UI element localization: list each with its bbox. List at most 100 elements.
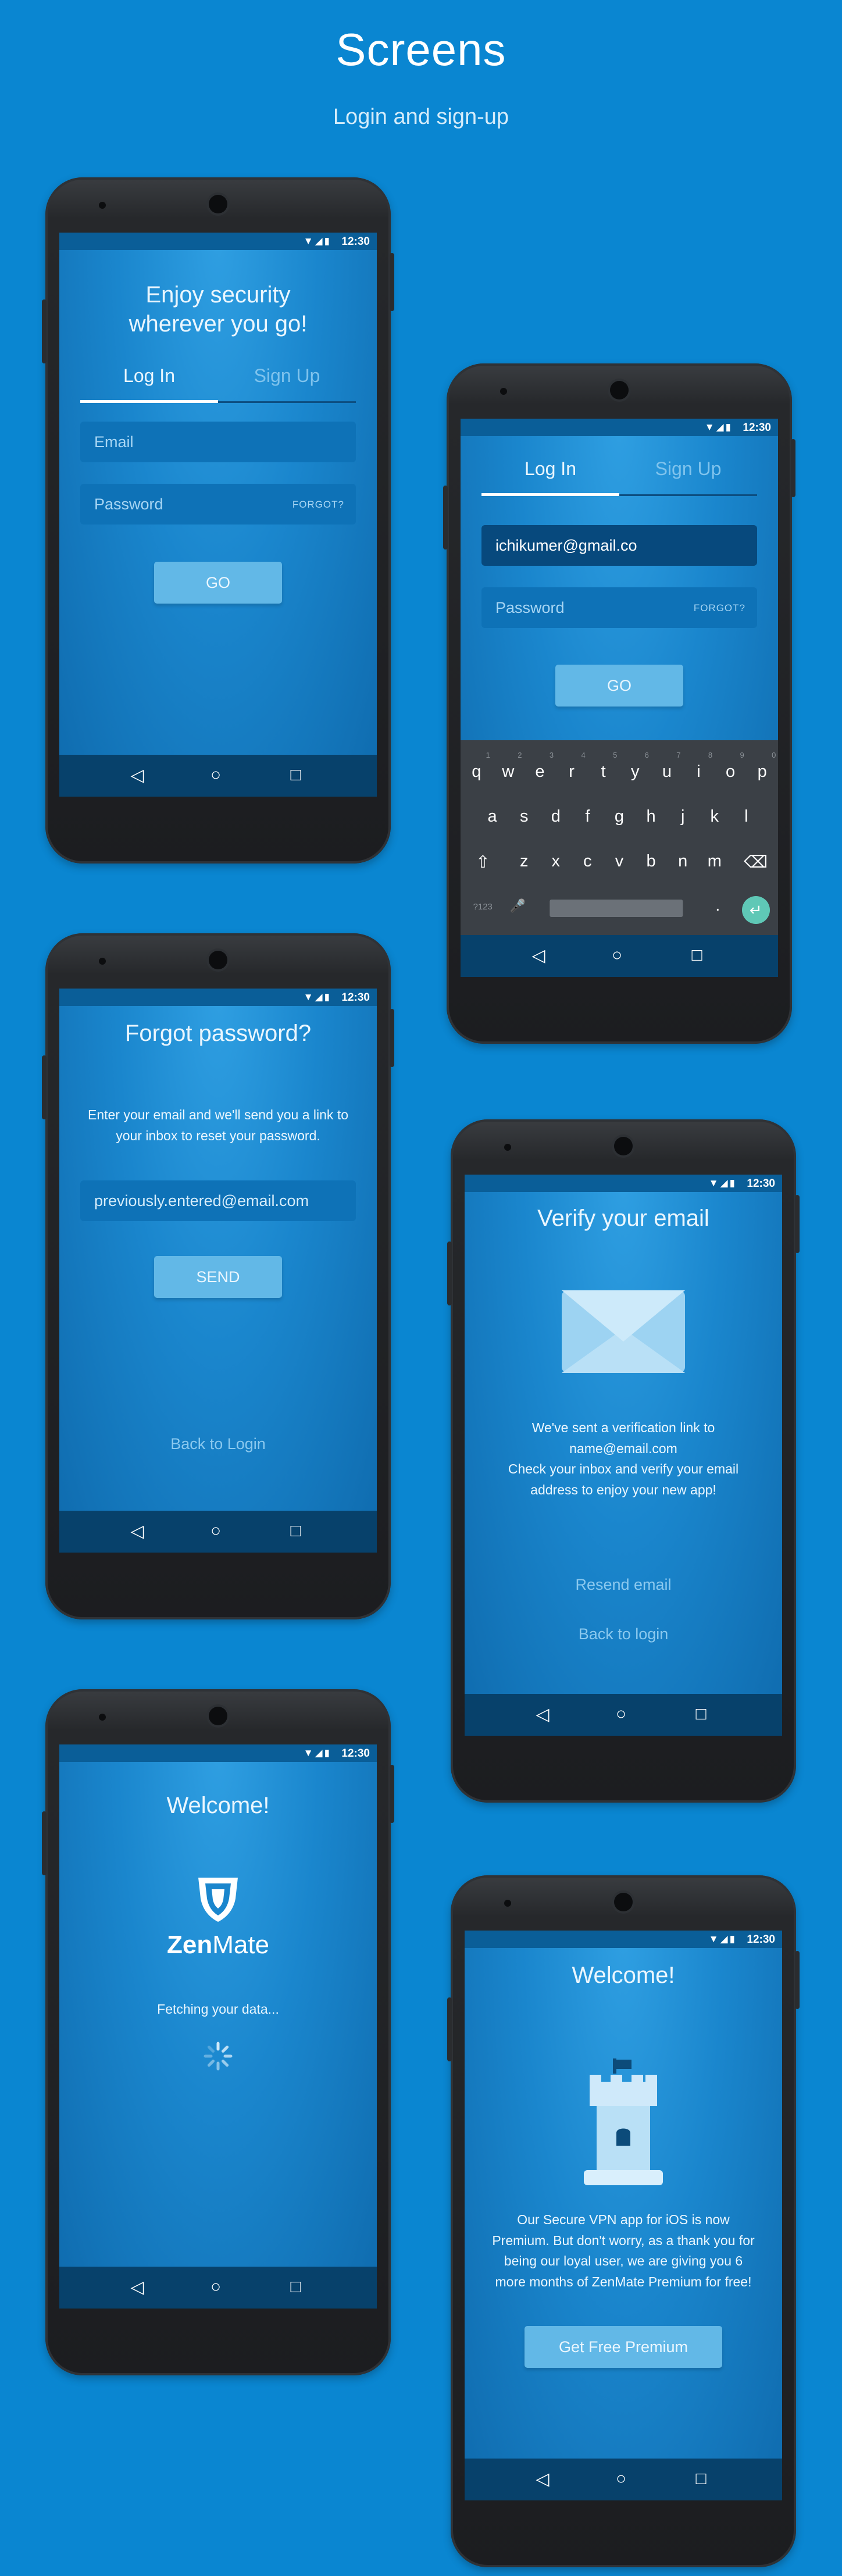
home-icon[interactable]: ○ — [616, 2469, 626, 2489]
numbers-key[interactable]: ?123 — [473, 902, 493, 912]
instructions-line-1: Enter your email and we'll send you a li… — [87, 1107, 349, 1122]
space-bar[interactable] — [549, 900, 683, 917]
camera — [614, 1893, 633, 1911]
shield-logo-icon — [198, 1878, 238, 1922]
tower-icon — [584, 2058, 663, 2185]
home-icon[interactable]: ○ — [211, 1521, 221, 1541]
send-button[interactable]: SEND — [154, 1256, 282, 1298]
home-icon[interactable]: ○ — [211, 2277, 221, 2297]
key-k[interactable]: k — [711, 807, 719, 826]
get-free-premium-button[interactable]: Get Free Premium — [525, 2326, 722, 2368]
password-field[interactable]: Password FORGOT? — [80, 484, 356, 525]
email-field[interactable]: Email — [80, 422, 356, 462]
recents-icon[interactable]: □ — [696, 1704, 707, 1724]
key-hint-9: 9 — [740, 751, 744, 759]
nav-bar: ◁ ○ □ — [465, 2459, 782, 2500]
forgot-link[interactable]: FORGOT? — [292, 499, 344, 511]
key-period[interactable]: . — [715, 896, 720, 915]
back-to-login-link[interactable]: Back to Login — [59, 1435, 377, 1453]
welcome-premium-screen: ▼◢▮ 12:30 Welcome! Our Secure VPN app fo… — [465, 1931, 782, 2500]
tab-signup[interactable]: Sign Up — [218, 365, 356, 387]
status-bar: ▼◢▮ 12:30 — [59, 989, 377, 1006]
mic-icon[interactable]: 🎤 — [510, 898, 526, 914]
back-icon[interactable]: ◁ — [536, 2469, 550, 2489]
key-i[interactable]: i — [697, 762, 700, 782]
key-j[interactable]: j — [681, 807, 684, 826]
recents-icon[interactable]: □ — [291, 1521, 301, 1541]
volume-button — [42, 1811, 47, 1875]
back-to-login-link[interactable]: Back to login — [465, 1625, 782, 1643]
key-t[interactable]: t — [601, 762, 606, 782]
key-r[interactable]: r — [569, 762, 575, 782]
key-v[interactable]: v — [615, 852, 624, 871]
key-s[interactable]: s — [520, 807, 529, 826]
key-z[interactable]: z — [520, 852, 529, 871]
key-n[interactable]: n — [678, 852, 687, 871]
auth-tabs: Log In Sign Up — [481, 458, 757, 496]
status-icons: ▼◢▮ — [303, 991, 331, 1002]
key-u[interactable]: u — [662, 762, 672, 782]
email-placeholder: Email — [94, 433, 134, 451]
welcome-title: Welcome! — [166, 1793, 270, 1818]
key-a[interactable]: a — [488, 807, 497, 826]
back-icon[interactable]: ◁ — [131, 765, 144, 786]
enter-icon[interactable]: ↵ — [741, 896, 770, 924]
tab-login[interactable]: Log In — [80, 365, 218, 387]
go-button[interactable]: GO — [154, 562, 282, 604]
home-icon[interactable]: ○ — [612, 946, 622, 965]
status-icons: ▼◢▮ — [708, 1178, 737, 1189]
recents-icon[interactable]: □ — [291, 765, 301, 785]
brand-wordmark: ZenMate — [59, 1931, 377, 1960]
backspace-icon[interactable]: ⌫ — [744, 852, 768, 872]
key-h[interactable]: h — [647, 807, 656, 826]
reset-email-value: previously.entered@email.com — [94, 1192, 309, 1209]
tab-signup[interactable]: Sign Up — [619, 458, 757, 480]
key-p[interactable]: p — [758, 762, 767, 782]
recents-icon[interactable]: □ — [696, 2469, 707, 2489]
shift-icon[interactable]: ⇧ — [476, 852, 490, 872]
recents-icon[interactable]: □ — [692, 946, 702, 965]
login-typing-screen: ▼◢▮ 12:30 Log In Sign Up ichikumer@gmail… — [461, 419, 778, 977]
key-b[interactable]: b — [647, 852, 656, 871]
email-value: ichikumer@gmail.co — [495, 537, 637, 554]
status-icons: ▼◢▮ — [303, 1747, 331, 1758]
key-q[interactable]: q — [472, 762, 481, 782]
status-time: 12:30 — [341, 991, 370, 1004]
key-l[interactable]: l — [744, 807, 748, 826]
back-icon[interactable]: ◁ — [131, 2277, 144, 2297]
key-y[interactable]: y — [631, 762, 640, 782]
resend-email-link[interactable]: Resend email — [465, 1576, 782, 1594]
password-field[interactable]: Password FORGOT? — [481, 587, 757, 628]
recents-icon[interactable]: □ — [291, 2277, 301, 2297]
key-hint-5: 5 — [613, 751, 618, 759]
email-field[interactable]: ichikumer@gmail.co — [481, 525, 757, 566]
key-d[interactable]: d — [551, 807, 561, 826]
go-button[interactable]: GO — [555, 665, 683, 707]
key-e[interactable]: e — [535, 762, 544, 782]
back-icon[interactable]: ◁ — [131, 1521, 144, 1542]
key-m[interactable]: m — [708, 852, 722, 871]
key-hint-8: 8 — [708, 751, 713, 759]
sensor — [504, 1144, 511, 1151]
welcome-title: Welcome! — [572, 1963, 675, 1988]
key-c[interactable]: c — [583, 852, 592, 871]
volume-button — [447, 1997, 452, 2061]
key-hint-0: 0 — [772, 751, 776, 759]
keyboard-row-1: q w e r t y u i o p — [461, 762, 778, 786]
envelope-icon — [562, 1290, 685, 1373]
home-icon[interactable]: ○ — [616, 1704, 626, 1724]
key-x[interactable]: x — [552, 852, 561, 871]
key-f[interactable]: f — [585, 807, 590, 826]
back-icon[interactable]: ◁ — [536, 1704, 550, 1725]
back-icon[interactable]: ◁ — [532, 946, 545, 966]
key-w[interactable]: w — [502, 762, 514, 782]
power-button — [795, 1195, 800, 1253]
key-o[interactable]: o — [726, 762, 735, 782]
phone-login: ▼◢▮ 12:30 Enjoy security wherever you go… — [42, 177, 394, 864]
reset-email-field[interactable]: previously.entered@email.com — [80, 1180, 356, 1221]
home-icon[interactable]: ○ — [211, 765, 221, 785]
tab-login[interactable]: Log In — [481, 458, 619, 480]
forgot-link[interactable]: FORGOT? — [694, 602, 745, 614]
key-g[interactable]: g — [615, 807, 624, 826]
forgot-password-screen: ▼◢▮ 12:30 Forgot password? Enter your em… — [59, 989, 377, 1553]
